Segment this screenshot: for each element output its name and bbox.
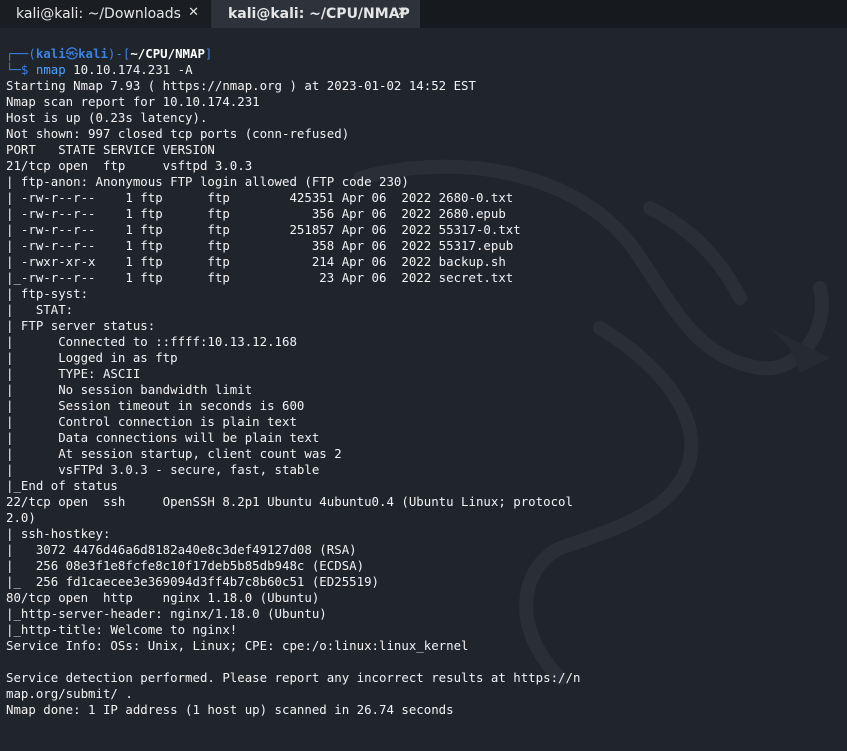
tab-label: kali@kali: ~/CPU/NMAP <box>228 6 410 22</box>
output-line: | ftp-anon: Anonymous FTP login allowed … <box>6 174 409 189</box>
output-line: |_-rw-r--r-- 1 ftp ftp 23 Apr 06 2022 se… <box>6 270 514 285</box>
prompt-line-1: ┌──(kali㉿kali)-[~/CPU/NMAP] <box>6 46 213 61</box>
output-line: | ssh-hostkey: <box>6 526 111 541</box>
output-line: PORT STATE SERVICE VERSION <box>6 142 215 157</box>
output-line: Starting Nmap 7.93 ( https://nmap.org ) … <box>6 78 476 93</box>
output-line: |_ 256 fd1caecee3e369094d3ff4b7c8b60c51 … <box>6 574 379 589</box>
tab-bar: kali@kali: ~/Downloads ✕ kali@kali: ~/CP… <box>0 0 847 28</box>
output-line: | -rwxr-xr-x 1 ftp ftp 214 Apr 06 2022 b… <box>6 254 506 269</box>
close-icon[interactable]: ✕ <box>188 5 199 20</box>
output-line: map.org/submit/ . <box>6 686 133 701</box>
output-line: Nmap done: 1 IP address (1 host up) scan… <box>6 702 454 717</box>
output-line: |_End of status <box>6 478 118 493</box>
tab-cpu-nmap[interactable]: kali@kali: ~/CPU/NMAP ✕ <box>212 0 420 28</box>
output-line: | Control connection is plain text <box>6 414 297 429</box>
output-line: | -rw-r--r-- 1 ftp ftp 358 Apr 06 2022 5… <box>6 238 514 253</box>
output-line: |_http-title: Welcome to nginx! <box>6 622 238 637</box>
output-line: | Logged in as ftp <box>6 350 178 365</box>
output-line: | -rw-r--r-- 1 ftp ftp 251857 Apr 06 202… <box>6 222 521 237</box>
output-line: | -rw-r--r-- 1 ftp ftp 356 Apr 06 2022 2… <box>6 206 506 221</box>
output-line: 80/tcp open http nginx 1.18.0 (Ubuntu) <box>6 590 320 605</box>
terminal-output: ┌──(kali㉿kali)-[~/CPU/NMAP] └─$ nmap 10.1… <box>6 46 580 718</box>
output-line: Not shown: 997 closed tcp ports (conn-re… <box>6 126 350 141</box>
output-line: Service detection performed. Please repo… <box>6 670 581 685</box>
output-line: | 256 08e3f1e8fcfe8c10f17deb5b85db948c (… <box>6 558 365 573</box>
output-line: 2.0) <box>6 510 36 525</box>
output-line: |_http-server-header: nginx/1.18.0 (Ubun… <box>6 606 327 621</box>
output-line: 21/tcp open ftp vsftpd 3.0.3 <box>6 158 253 173</box>
output-line: | STAT: <box>6 302 74 317</box>
terminal-view[interactable]: ┌──(kali㉿kali)-[~/CPU/NMAP] └─$ nmap 10.1… <box>0 28 847 751</box>
output-line: | At session startup, client count was 2 <box>6 446 342 461</box>
output-line: | Session timeout in seconds is 600 <box>6 398 305 413</box>
tab-downloads[interactable]: kali@kali: ~/Downloads ✕ <box>0 0 212 28</box>
output-line: | TYPE: ASCII <box>6 366 141 381</box>
output-line: Service Info: OSs: Unix, Linux; CPE: cpe… <box>6 638 469 653</box>
output-line: | 3072 4476d46a6d8182a40e8c3def49127d08 … <box>6 542 357 557</box>
output-line: | No session bandwidth limit <box>6 382 253 397</box>
output-line: | ftp-syst: <box>6 286 89 301</box>
output-line: Nmap scan report for 10.10.174.231 <box>6 94 260 109</box>
output-line: | Data connections will be plain text <box>6 430 320 445</box>
output-line: Host is up (0.23s latency). <box>6 110 208 125</box>
prompt-line-2: └─$ nmap 10.10.174.231 -A <box>6 62 193 77</box>
output-line: | FTP server status: <box>6 318 156 333</box>
output-line: | -rw-r--r-- 1 ftp ftp 425351 Apr 06 202… <box>6 190 514 205</box>
close-icon[interactable]: ✕ <box>397 5 408 20</box>
output-line: | Connected to ::ffff:10.13.12.168 <box>6 334 297 349</box>
output-line: | vsFTPd 3.0.3 - secure, fast, stable <box>6 462 320 477</box>
tab-label: kali@kali: ~/Downloads <box>16 6 181 22</box>
output-line: 22/tcp open ssh OpenSSH 8.2p1 Ubuntu 4ub… <box>6 494 573 509</box>
